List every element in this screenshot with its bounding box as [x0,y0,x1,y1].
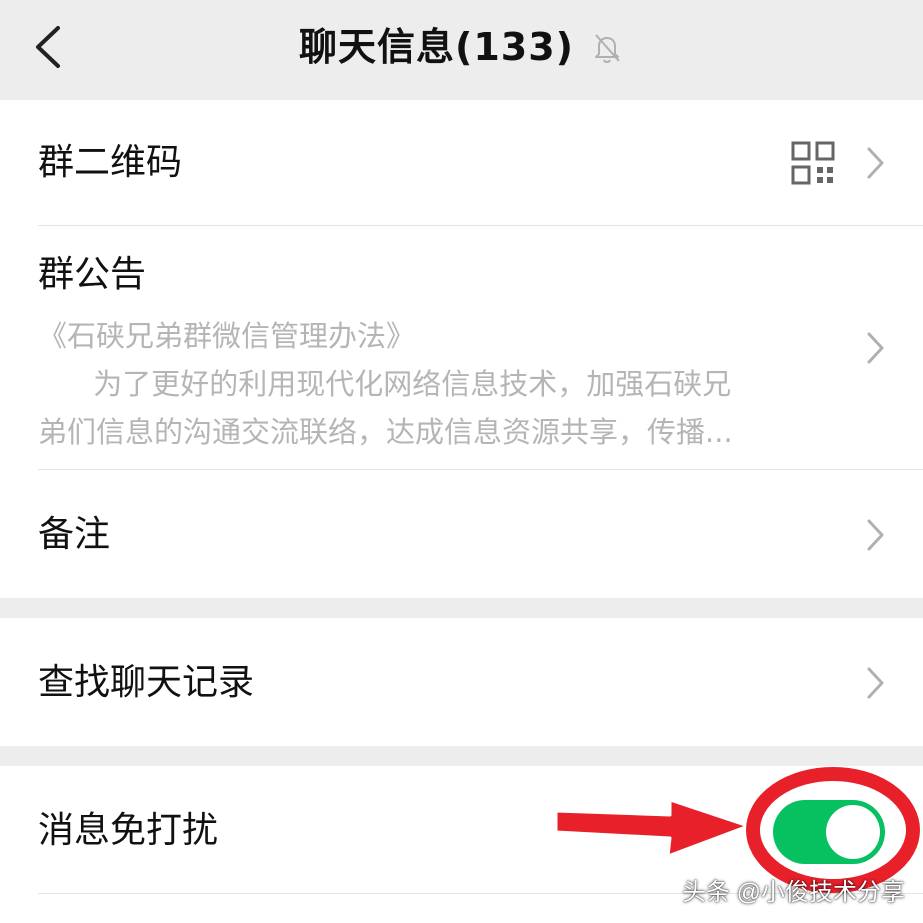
bell-off-icon [595,34,620,64]
group-notice-line: 为了更好的利用现代化网络信息技术，加强石硖兄 [38,367,732,401]
chevron-right-icon [867,147,884,179]
chevron-right-icon [867,667,884,699]
group-info-section: 群二维码 群公告 《石硖兄弟群微信管理办法》 为了更好的利用现代化网络信息技术，… [0,100,923,598]
do-not-disturb-label: 消息免打扰 [38,810,219,851]
chevron-right-icon [867,519,884,551]
group-notice-title: 《石硖兄弟群微信管理办法》 [38,319,416,353]
toggle-knob [826,805,880,859]
page-title-container: 聊天信息(133) [0,22,923,72]
qr-code-icon [791,141,835,185]
do-not-disturb-toggle[interactable] [773,800,885,864]
navigation-bar: 聊天信息(133) [0,0,923,100]
remark-label: 备注 [38,514,111,555]
search-history-row[interactable]: 查找聊天记录 [0,618,923,746]
search-section: 查找聊天记录 [0,618,923,746]
group-notice-line: 弟们信息的沟通交流联络，达成信息资源共享，传播... [38,415,733,449]
group-notice-row[interactable]: 群公告 《石硖兄弟群微信管理办法》 为了更好的利用现代化网络信息技术，加强石硖兄… [0,226,923,470]
watermark-text: 头条 @小俊技术分享 [681,879,905,906]
chevron-right-icon [867,332,884,364]
group-notice-label: 群公告 [38,254,147,295]
qr-code-label: 群二维码 [38,142,183,183]
search-history-label: 查找聊天记录 [38,662,255,703]
page-title: 聊天信息(133) [298,25,575,69]
remark-row[interactable]: 备注 [0,470,923,598]
qr-code-row[interactable]: 群二维码 [0,100,923,226]
